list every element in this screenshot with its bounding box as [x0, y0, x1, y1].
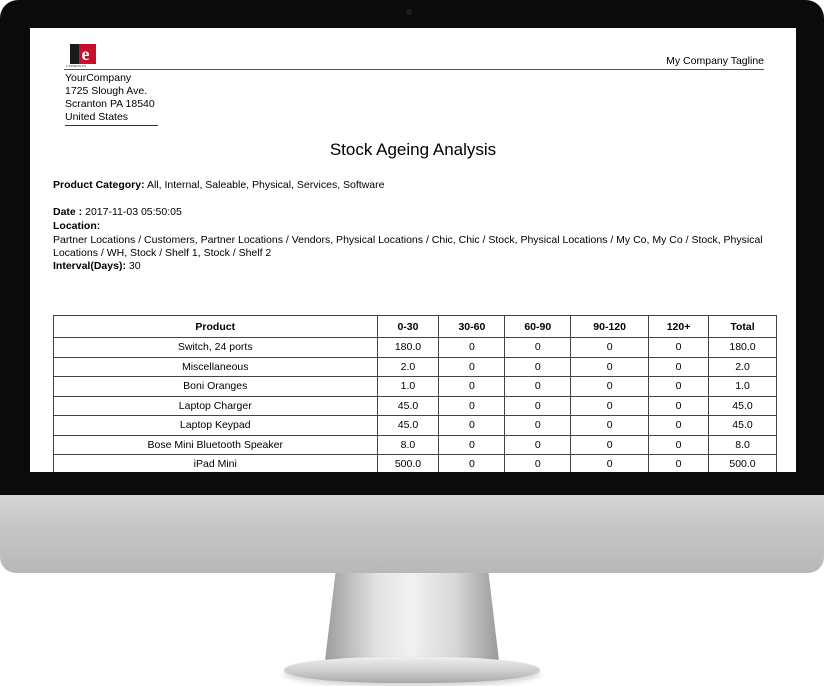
logo-caption: CYBROSYS: [66, 64, 87, 68]
cell-30-60: 0: [438, 356, 506, 377]
column-header-120-plus: 120+: [648, 315, 709, 338]
cell-total: 45.0: [708, 415, 777, 436]
table-row: Boni Oranges 1.0 0 0 0 0 1.0: [53, 376, 777, 397]
table-row: Switch, 24 ports 180.0 0 0 0 0 180.0: [53, 337, 777, 358]
webcam-dot: [406, 9, 412, 15]
interval-label: Interval(Days):: [53, 260, 126, 272]
cell-120-plus: 0: [648, 376, 709, 397]
product-category-label: Product Category:: [53, 179, 145, 191]
company-city: Scranton PA 18540: [65, 98, 155, 110]
cell-0-30: 45.0: [376, 415, 440, 436]
table-row: Laptop Charger 45.0 0 0 0 0 45.0: [53, 395, 777, 416]
cell-30-60: 0: [438, 395, 506, 416]
cell-30-60: 0: [438, 434, 506, 455]
cell-120-plus: 0: [648, 415, 709, 436]
cell-90-120: 0: [570, 376, 650, 397]
cell-product: iPad Mini: [53, 454, 378, 472]
cell-90-120: 0: [570, 395, 650, 416]
company-tagline: My Company Tagline: [666, 55, 764, 67]
cell-total: 8.0: [708, 434, 777, 455]
report-title: Stock Ageing Analysis: [329, 140, 497, 159]
cell-90-120: 0: [570, 454, 650, 472]
location-label: Location:: [53, 220, 101, 232]
cell-120-plus: 0: [648, 337, 709, 358]
company-street: 1725 Slough Ave.: [65, 85, 148, 97]
cell-60-90: 0: [504, 395, 572, 416]
cell-0-30: 2.0: [376, 356, 440, 377]
cell-product: Boni Oranges: [53, 376, 378, 397]
cell-total: 1.0: [708, 376, 777, 397]
logo-letter: e: [82, 44, 90, 64]
cell-90-120: 0: [570, 337, 650, 358]
product-category-line: Product Category: All, Internal, Saleabl…: [53, 179, 384, 192]
table-row: Bose Mini Bluetooth Speaker 8.0 0 0 0 0 …: [53, 434, 777, 455]
header-divider: [64, 69, 764, 70]
location-value: Partner Locations / Customers, Partner L…: [53, 234, 763, 259]
product-category-value: All, Internal, Saleable, Physical, Servi…: [146, 179, 385, 191]
monitor-mockup: e CYBROSYS My Company Tagline YourCompan…: [0, 0, 824, 686]
screen: e CYBROSYS My Company Tagline YourCompan…: [30, 28, 796, 472]
table-row: Laptop Keypad 45.0 0 0 0 0 45.0: [53, 415, 777, 436]
cell-90-120: 0: [570, 434, 650, 455]
cell-60-90: 0: [504, 434, 572, 455]
cell-60-90: 0: [504, 415, 572, 436]
cell-90-120: 0: [570, 356, 650, 377]
column-header-60-90: 60-90: [504, 315, 572, 338]
stock-ageing-table: Product 0-30 30-60 60-90 90-120 120+ Tot…: [53, 315, 777, 472]
column-header-90-120: 90-120: [570, 315, 650, 338]
date-line: Date : 2017-11-03 05:50:05: [53, 206, 182, 219]
column-header-product: Product: [53, 315, 378, 338]
company-name: YourCompany: [65, 72, 132, 84]
table-header-row: Product 0-30 30-60 60-90 90-120 120+ Tot…: [53, 315, 777, 338]
date-value: 2017-11-03 05:50:05: [85, 206, 182, 218]
cell-0-30: 180.0: [376, 337, 440, 358]
cell-product: Laptop Keypad: [53, 415, 378, 436]
column-header-30-60: 30-60: [438, 315, 506, 338]
table-row: Miscellaneous 2.0 0 0 0 0 2.0: [53, 356, 777, 377]
monitor-stand: [325, 573, 499, 661]
cell-60-90: 0: [504, 454, 572, 472]
cell-30-60: 0: [438, 415, 506, 436]
report-document: e CYBROSYS My Company Tagline YourCompan…: [30, 28, 796, 472]
cell-total: 180.0: [708, 337, 777, 358]
cell-60-90: 0: [504, 376, 572, 397]
cell-90-120: 0: [570, 415, 650, 436]
cell-30-60: 0: [438, 454, 506, 472]
cell-120-plus: 0: [648, 454, 709, 472]
interval-line: Interval(Days): 30: [53, 260, 141, 273]
cell-product: Bose Mini Bluetooth Speaker: [53, 434, 378, 455]
cell-60-90: 0: [504, 337, 572, 358]
company-address: YourCompany 1725 Slough Ave. Scranton PA…: [65, 72, 159, 126]
cell-60-90: 0: [504, 356, 572, 377]
cell-product: Miscellaneous: [53, 356, 378, 377]
cell-30-60: 0: [438, 337, 506, 358]
monitor-chin: [0, 495, 824, 573]
cell-30-60: 0: [438, 376, 506, 397]
table-row: iPad Mini 500.0 0 0 0 0 500.0: [53, 454, 777, 472]
column-header-total: Total: [708, 315, 777, 338]
cell-total: 45.0: [708, 395, 777, 416]
cell-120-plus: 0: [648, 395, 709, 416]
date-label: Date :: [53, 206, 83, 218]
company-country: United States: [65, 111, 159, 126]
cell-0-30: 1.0: [376, 376, 440, 397]
cell-0-30: 45.0: [376, 395, 440, 416]
cell-120-plus: 0: [648, 434, 709, 455]
cell-product: Laptop Charger: [53, 395, 378, 416]
cell-total: 500.0: [708, 454, 777, 472]
column-header-0-30: 0-30: [376, 315, 440, 338]
cell-120-plus: 0: [648, 356, 709, 377]
location-label-line: Location:: [53, 220, 100, 233]
cell-total: 2.0: [708, 356, 777, 377]
monitor-base: [284, 657, 540, 683]
cell-product: Switch, 24 ports: [53, 337, 378, 358]
cell-0-30: 8.0: [376, 434, 440, 455]
cell-0-30: 500.0: [376, 454, 440, 472]
interval-value: 30: [128, 260, 141, 272]
